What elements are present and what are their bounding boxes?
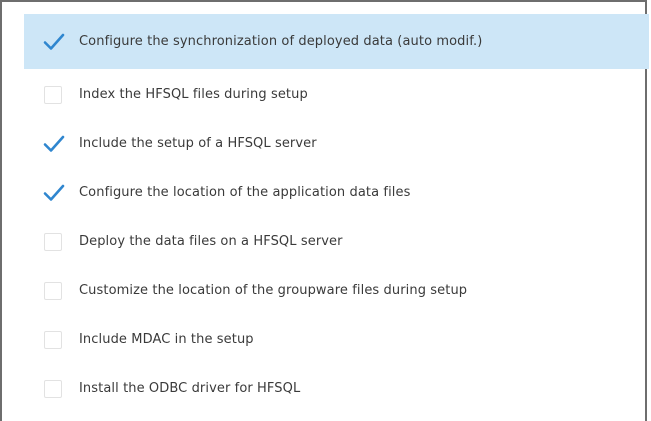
option-configure-sync[interactable]: Configure the synchronization of deploye… [24, 14, 649, 69]
checkbox-unchecked[interactable] [44, 379, 62, 398]
options-list: Configure the synchronization of deploye… [24, 14, 649, 413]
option-label: Customize the location of the groupware … [79, 283, 468, 298]
checkbox-checked[interactable] [43, 33, 65, 51]
option-label: Index the HFSQL files during setup [79, 87, 308, 102]
checkmark-icon [43, 33, 65, 50]
checkbox-unchecked[interactable] [44, 281, 62, 300]
option-install-odbc-driver[interactable]: Install the ODBC driver for HFSQL [24, 364, 649, 413]
option-configure-data-location[interactable]: Configure the location of the applicatio… [24, 168, 649, 217]
option-include-hfsql-server[interactable]: Include the setup of a HFSQL server [24, 119, 649, 168]
option-label: Configure the location of the applicatio… [79, 185, 411, 200]
setup-options-panel: Configure the synchronization of deploye… [0, 0, 649, 421]
checkbox-unchecked[interactable] [44, 330, 62, 349]
checkbox-checked[interactable] [43, 135, 65, 153]
option-customize-groupware-location[interactable]: Customize the location of the groupware … [24, 266, 649, 315]
option-include-mdac[interactable]: Include MDAC in the setup [24, 315, 649, 364]
checkbox-checked[interactable] [43, 184, 65, 202]
option-label: Install the ODBC driver for HFSQL [79, 381, 301, 396]
checkmark-icon [43, 184, 65, 201]
option-deploy-data-files[interactable]: Deploy the data files on a HFSQL server [24, 217, 649, 266]
option-label: Include the setup of a HFSQL server [79, 136, 317, 151]
checkbox-unchecked[interactable] [44, 85, 62, 104]
option-label: Deploy the data files on a HFSQL server [79, 234, 343, 249]
checkmark-icon [43, 135, 65, 152]
option-index-hfsql-files[interactable]: Index the HFSQL files during setup [24, 70, 649, 119]
checkbox-unchecked[interactable] [44, 232, 62, 251]
option-label: Include MDAC in the setup [79, 332, 254, 347]
option-label: Configure the synchronization of deploye… [79, 34, 483, 49]
